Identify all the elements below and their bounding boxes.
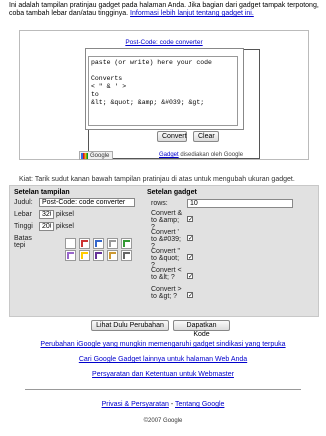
- border-swatches: [65, 238, 150, 268]
- option-checkbox[interactable]: ✓: [187, 254, 193, 261]
- border-swatch[interactable]: [79, 238, 90, 249]
- border-swatch-center: [97, 242, 102, 247]
- clear-button[interactable]: Clear: [193, 131, 219, 142]
- more-info-link[interactable]: Informasi lebih lanjut tentang gadget in…: [130, 10, 254, 17]
- settings-panel: Setelan tampilan Judul: Lebar piksel Tin…: [9, 185, 319, 317]
- border-swatch[interactable]: [79, 250, 90, 261]
- border-swatch-center: [69, 254, 74, 259]
- width-input[interactable]: [39, 210, 54, 219]
- border-swatch-center: [69, 242, 74, 247]
- display-settings-heading: Setelan tampilan: [14, 189, 70, 196]
- height-input[interactable]: [39, 222, 54, 231]
- webmaster-terms-link[interactable]: Persyaratan dan Ketentuan untuk Webmaste…: [92, 371, 234, 378]
- rows-label: rows:: [151, 200, 168, 207]
- title-input[interactable]: [39, 198, 135, 207]
- border-swatch[interactable]: [107, 238, 118, 249]
- border-swatch[interactable]: [121, 238, 132, 249]
- border-swatch-center: [125, 254, 130, 259]
- find-gadgets-link[interactable]: Cari Google Gadget lainnya untuk halaman…: [79, 356, 247, 363]
- gadget-title-link[interactable]: Post-Code: code converter: [20, 39, 308, 46]
- igoogle-changes-link[interactable]: Perubahan iGoogle yang mungkin memengaru…: [40, 341, 285, 348]
- option-checkbox[interactable]: ✓: [187, 216, 193, 223]
- option-checkbox[interactable]: ✓: [187, 273, 193, 280]
- about-google-link[interactable]: Tentang Google: [175, 401, 224, 408]
- option-label: Convert > to &gt; ?: [151, 286, 182, 300]
- border-swatch-center: [97, 254, 102, 259]
- height-unit: piksel: [56, 223, 74, 230]
- google-logo[interactable]: Google: [79, 151, 113, 160]
- border-swatch[interactable]: [93, 250, 104, 261]
- option-checkbox[interactable]: ✓: [187, 235, 193, 242]
- powered-text: disediakan oleh Google: [180, 152, 244, 158]
- border-swatch-center: [83, 242, 88, 247]
- resize-tip: Kiat: Tarik sudut kanan bawah tampilan p…: [19, 176, 295, 183]
- border-swatch[interactable]: [93, 238, 104, 249]
- intro-text: Ini adalah tampilan pratinjau gadget pad…: [9, 2, 319, 18]
- height-label: Tinggi: [14, 223, 33, 230]
- width-unit: piksel: [56, 211, 74, 218]
- border-swatch[interactable]: [121, 250, 132, 261]
- option-label: Convert & to &amp; ?: [151, 210, 183, 231]
- border-swatch-center: [125, 242, 130, 247]
- border-swatch-center: [111, 254, 116, 259]
- google-icon: [81, 153, 88, 159]
- rows-input[interactable]: [187, 199, 293, 208]
- preview-changes-button[interactable]: Lihat Dulu Perubahan: [91, 320, 169, 331]
- footer-separator: -: [170, 401, 174, 408]
- border-swatch-center: [111, 242, 116, 247]
- title-label: Judul:: [14, 199, 33, 206]
- powered-by: Gadget disediakan oleh Google: [159, 152, 243, 158]
- option-checkbox[interactable]: ✓: [187, 292, 193, 299]
- border-swatch-center: [83, 254, 88, 259]
- border-swatch[interactable]: [65, 238, 76, 249]
- copyright: ©2007 Google: [143, 418, 183, 424]
- width-label: Lebar: [14, 211, 32, 218]
- google-logo-text: Google: [90, 153, 110, 159]
- code-textarea[interactable]: [88, 56, 238, 126]
- border-swatch[interactable]: [65, 250, 76, 261]
- gadget-link[interactable]: Gadget: [159, 152, 179, 158]
- option-label: Convert < to &lt; ?: [151, 267, 182, 281]
- border-swatch[interactable]: [107, 250, 118, 261]
- option-label: Convert " to &quot; ?: [151, 248, 180, 269]
- footer-divider: [25, 389, 301, 390]
- privacy-link[interactable]: Privasi & Persyaratan: [102, 401, 169, 408]
- border-label: Batas tepi: [14, 235, 32, 249]
- option-label: Convert ' to &#039; ?: [151, 229, 181, 250]
- gadget-settings-heading: Setelan gadget: [147, 189, 197, 196]
- get-code-button[interactable]: Dapatkan Kode: [173, 320, 230, 338]
- convert-button[interactable]: Convert: [157, 131, 187, 142]
